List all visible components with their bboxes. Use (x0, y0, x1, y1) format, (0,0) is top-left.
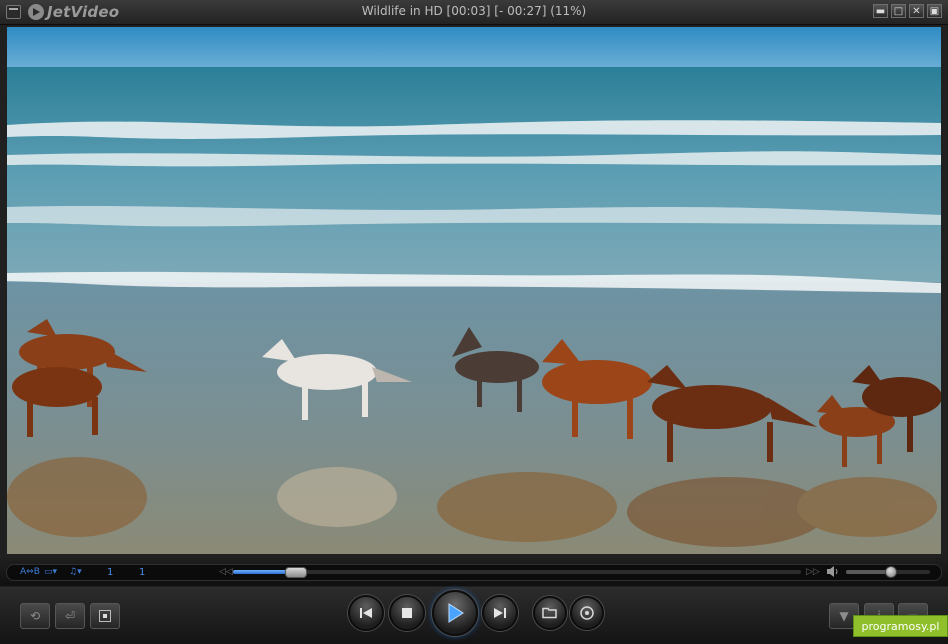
rotate-button[interactable]: ⟲ (20, 603, 50, 629)
subtitle-menu-button[interactable]: ▭▾ (44, 567, 57, 577)
enter-icon: ⏎ (64, 609, 76, 623)
video-frame (7, 27, 941, 554)
previous-button[interactable] (348, 595, 384, 631)
play-icon (448, 603, 464, 623)
close-button[interactable]: ✕ (909, 4, 924, 18)
exit-fullscreen-button[interactable]: ⏎ (55, 603, 85, 629)
ab-repeat-button[interactable]: A⇔B (20, 567, 40, 577)
seek-forward-icon[interactable]: ▷▷ (806, 567, 820, 577)
disc-icon (580, 606, 594, 620)
counter-1: 1 (107, 567, 114, 578)
volume-fill (846, 570, 890, 574)
skip-next-icon (494, 608, 506, 618)
window-title: Wildlife in HD [00:03] [- 00:27] (11%) (361, 4, 587, 18)
seek-slider[interactable] (233, 567, 801, 578)
play-button[interactable] (432, 590, 478, 636)
audio-track-menu-button[interactable]: ♫▾ (69, 567, 82, 577)
folder-icon (542, 607, 557, 619)
next-button[interactable] (482, 595, 518, 631)
stop-icon (402, 608, 412, 618)
player-window: JetVideo Wildlife in HD [00:03] [- 00:27… (0, 0, 948, 644)
volume-slider[interactable] (846, 566, 930, 578)
speaker-icon[interactable] (826, 565, 840, 578)
seek-back-icon[interactable]: ◁◁ (219, 567, 233, 577)
minimize-button[interactable]: ▬ (873, 4, 888, 18)
volume-thumb[interactable] (884, 566, 897, 578)
seek-thumb[interactable] (285, 567, 308, 578)
title-bar[interactable]: JetVideo Wildlife in HD [00:03] [- 00:27… (0, 0, 948, 25)
video-display[interactable] (7, 27, 941, 554)
open-file-button[interactable] (533, 596, 567, 630)
seek-bar-row: A⇔B ▭▾ ♫▾ 1 1 ◁◁ ▷▷ (0, 558, 948, 586)
skip-previous-icon (360, 608, 372, 618)
snapshot-icon (99, 610, 111, 622)
control-bar: ⟲ ⏎ ▼ (0, 587, 948, 644)
restore-button[interactable]: □ (891, 4, 906, 18)
open-disc-button[interactable] (570, 596, 604, 630)
snapshot-button[interactable] (90, 603, 120, 629)
stop-button[interactable] (389, 595, 425, 631)
counter-2: 1 (139, 567, 146, 578)
extra-window-button[interactable]: ▣ (927, 4, 942, 18)
watermark: programosy.pl (853, 615, 948, 637)
rotate-icon: ⟲ (29, 609, 41, 623)
